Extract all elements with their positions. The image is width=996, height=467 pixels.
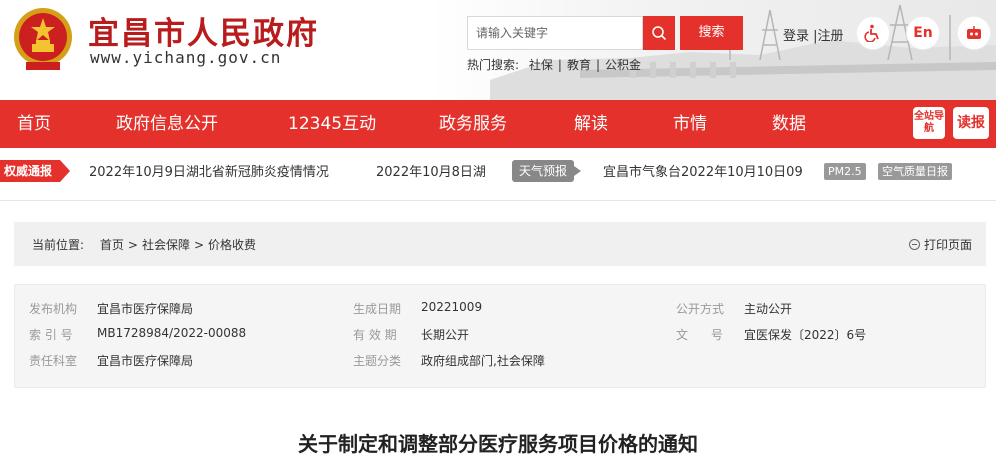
meta-value: 政府组成部门,社会保障 <box>421 354 545 368</box>
print-icon <box>908 239 920 250</box>
breadcrumb-separator: > <box>193 238 205 252</box>
meta-value: 宜昌市医疗保障局 <box>97 302 194 316</box>
city-skyline-banner <box>430 0 996 100</box>
site-header: 宜昌市人民政府 www.yichang.gov.cn 请输入关键字 搜索 热门搜… <box>0 0 996 100</box>
search-icon <box>652 26 667 41</box>
search-input[interactable]: 请输入关键字 <box>467 16 643 50</box>
breadcrumb-trail: 当前位置: 首页 > 社会保障 > 价格收费 <box>32 236 256 253</box>
meta-row: 发布机构 宜昌市医疗保障局 生成日期 20221009 公开方式 主动公开 <box>15 300 987 320</box>
login-register: 登录 |注册 <box>783 25 844 44</box>
nav-item-data[interactable]: 数据 <box>772 100 806 148</box>
breadcrumb-home[interactable]: 首页 <box>100 238 124 252</box>
national-emblem-icon <box>14 8 72 70</box>
meta-value: 20221009 <box>421 300 483 314</box>
site-title[interactable]: 宜昌市人民政府 <box>88 8 319 53</box>
air-quality-tag[interactable]: 空气质量日报 <box>878 163 952 180</box>
meta-label: 索 引 号 <box>29 328 73 342</box>
nav-item-interpretation[interactable]: 解读 <box>574 100 608 148</box>
site-navigation-button[interactable]: 全站导航 <box>913 107 945 139</box>
divider: | <box>595 58 600 72</box>
divider <box>0 200 996 201</box>
breadcrumb-prefix: 当前位置: <box>32 238 85 252</box>
hot-item-education[interactable]: 教育 <box>567 58 591 72</box>
meta-row: 责任科室 宜昌市医疗保障局 主题分类 政府组成部门,社会保障 <box>15 352 987 372</box>
english-version-button[interactable]: En <box>906 16 940 50</box>
meta-value: 宜昌市医疗保障局 <box>97 354 194 368</box>
main-navigation: 首页 政府信息公开 12345互动 政务服务 解读 市情 数据 <box>0 100 996 148</box>
login-link[interactable]: 登录 <box>783 29 809 44</box>
print-page-button[interactable]: 打印页面 <box>908 236 972 253</box>
breadcrumb-separator: > <box>127 238 138 252</box>
meta-row: 索 引 号 MB1728984/2022-00088 有 效 期 长期公开 文 … <box>15 326 987 346</box>
robot-icon <box>967 26 981 39</box>
document-title: 关于制定和调整部分医疗服务项目价格的通知 <box>298 432 698 456</box>
meta-label: 生成日期 <box>353 302 402 316</box>
weather-text[interactable]: 宜昌市气象台2022年10月10日09 <box>603 161 815 180</box>
nav-item-12345[interactable]: 12345互动 <box>288 100 376 148</box>
nav-item-city-info[interactable]: 市情 <box>673 100 707 148</box>
read-paper-button[interactable]: 读报 <box>953 107 989 139</box>
meta-label: 发布机构 <box>29 302 78 316</box>
news-ticker: 权威通报 2022年10月9日湖北省新冠肺炎疫情情况 2022年10月8日湖 天… <box>0 148 996 194</box>
divider: | <box>557 58 562 72</box>
meta-value: 主动公开 <box>744 302 793 316</box>
meta-value: MB1728984/2022-00088 <box>97 326 247 340</box>
news-item[interactable]: 2022年10月9日湖北省新冠肺炎疫情情况 <box>89 161 359 180</box>
meta-label: 文 号 <box>676 328 723 342</box>
search-icon-button[interactable] <box>643 16 675 50</box>
search-button[interactable]: 搜索 <box>680 16 743 50</box>
breadcrumb-social-security[interactable]: 社会保障 <box>142 238 190 252</box>
weather-forecast-tag: 天气预报 <box>512 160 581 182</box>
register-link[interactable]: 注册 <box>818 29 844 44</box>
meta-value: 长期公开 <box>421 328 470 342</box>
english-label: En <box>913 25 933 41</box>
hot-label: 热门搜索: <box>467 58 520 72</box>
breadcrumb-price-fees[interactable]: 价格收费 <box>208 238 256 252</box>
meta-value: 宜医保发〔2022〕6号 <box>744 328 867 342</box>
news-item[interactable]: 2022年10月8日湖 <box>376 161 488 180</box>
nav-item-services[interactable]: 政务服务 <box>439 100 507 148</box>
hot-item-social-security[interactable]: 社保 <box>529 58 553 72</box>
nav-item-home[interactable]: 首页 <box>17 100 51 148</box>
nav-item-gov-info[interactable]: 政府信息公开 <box>116 100 218 148</box>
meta-label: 公开方式 <box>676 302 725 316</box>
robot-assistant-button[interactable] <box>957 16 991 50</box>
wheelchair-icon <box>864 24 879 42</box>
meta-label: 责任科室 <box>29 354 78 368</box>
hot-searches: 热门搜索: 社保 | 教育 | 公积金 <box>467 56 641 73</box>
site-url: www.yichang.gov.cn <box>90 48 282 67</box>
authority-notice-tag: 权威通报 <box>0 160 70 182</box>
accessibility-button[interactable] <box>856 16 890 50</box>
breadcrumb: 当前位置: 首页 > 社会保障 > 价格收费 打印页面 <box>14 222 986 266</box>
pm25-tag[interactable]: PM2.5 <box>824 163 866 180</box>
print-label: 打印页面 <box>923 238 972 252</box>
document-metadata: 发布机构 宜昌市医疗保障局 生成日期 20221009 公开方式 主动公开 索 … <box>14 284 986 388</box>
meta-label: 主题分类 <box>353 354 402 368</box>
hot-item-housing-fund[interactable]: 公积金 <box>605 58 641 72</box>
meta-label: 有 效 期 <box>353 328 397 342</box>
